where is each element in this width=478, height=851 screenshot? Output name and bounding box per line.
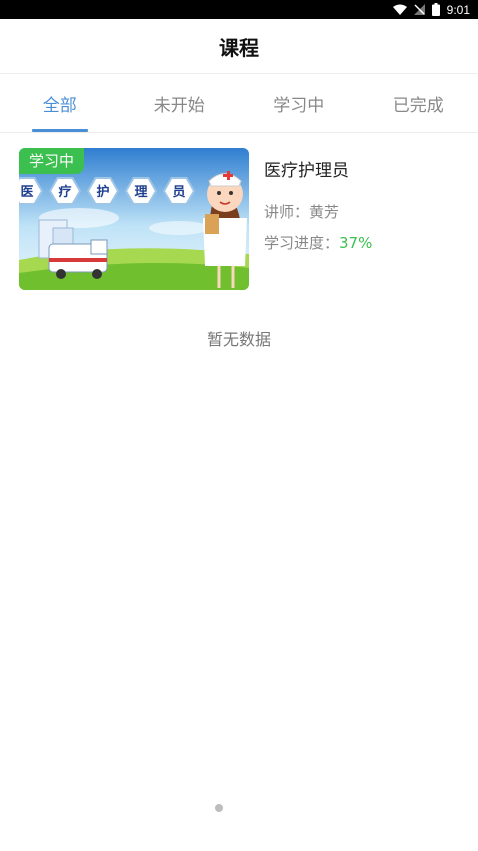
tab-completed-label: 已完成 [392,95,444,116]
tab-not-started[interactable]: 未开始 [120,74,240,132]
tab-completed[interactable]: 已完成 [359,74,478,132]
tab-not-started-label: 未开始 [153,95,205,116]
empty-state-text: 暂无数据 [206,330,271,349]
status-time: 9:01 [446,2,470,17]
thumbnail-hex-char: 理 [134,185,147,200]
progress-value: 37% [339,234,373,252]
course-instructor: 讲师：黄芳 [264,201,339,222]
course-thumbnail: 医 疗 护 理 员 学习中 [19,148,249,290]
instructor-name: 黄芳 [309,203,340,221]
status-bar: 9:01 [0,0,478,19]
battery-icon [431,3,440,16]
tab-bar: 全部 未开始 学习中 已完成 [0,74,478,133]
thumbnail-hex-char: 医 [20,185,33,200]
tab-all-label: 全部 [42,95,77,116]
tab-in-progress-label: 学习中 [273,95,325,116]
course-card[interactable]: 医疗护理员 学习中 医疗护理员 讲师：黄芳 学习进度：37% [19,148,459,290]
thumbnail-hex-char: 疗 [58,184,71,200]
tab-in-progress[interactable]: 学习中 [239,74,359,132]
no-signal-icon [413,4,425,15]
progress-label: 学习进度： [264,234,340,252]
header: 课程 [0,19,478,74]
page-title: 课程 [219,35,259,60]
tab-active-indicator [31,129,88,132]
instructor-label: 讲师： [264,203,310,221]
thumbnail-hex-char: 护 [96,184,109,200]
course-progress: 学习进度：37% [264,232,372,253]
page-indicator-dot [215,804,223,812]
status-badge: 学习中 [19,148,85,174]
tab-all[interactable]: 全部 [0,74,120,132]
thumbnail-hex-char: 员 [172,185,185,200]
course-title: 医疗护理员 [264,161,349,181]
wifi-icon [392,4,407,15]
